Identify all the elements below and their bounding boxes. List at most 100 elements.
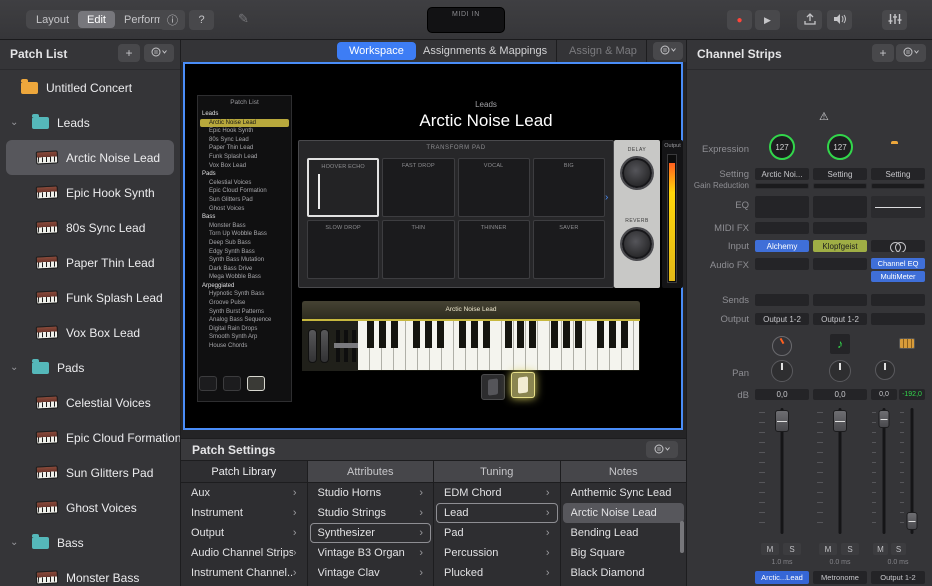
pan-knob[interactable] — [875, 360, 895, 380]
volume-value[interactable]: 0,0 — [755, 389, 809, 400]
transform-pad[interactable]: THINNER — [458, 220, 530, 279]
mini-patch-item[interactable]: Digital Rain Drops — [200, 325, 289, 334]
workspace-action-menu-button[interactable] — [653, 42, 683, 60]
mute-button[interactable]: M — [873, 543, 888, 555]
format-button-stereo[interactable] — [871, 240, 925, 252]
expand-chevron-icon[interactable]: › — [605, 192, 608, 203]
solo-button[interactable]: S — [841, 543, 859, 555]
keyboard-keys[interactable] — [358, 321, 639, 370]
sends-slot[interactable] — [871, 294, 925, 306]
fader-cap[interactable] — [775, 410, 789, 432]
library-item[interactable]: Studio Strings › — [310, 503, 432, 523]
patch-list-action-menu-button[interactable] — [144, 44, 174, 62]
mini-patch-item[interactable]: Funk Splash Lead — [200, 153, 289, 162]
output-slot[interactable] — [871, 313, 925, 325]
patch-row[interactable]: Funk Splash Lead — [0, 280, 180, 315]
mini-patch-item[interactable]: Synth Bass Mutation — [200, 256, 289, 265]
sustain-pedal[interactable] — [481, 374, 505, 400]
layout-mode-button[interactable]: Layout — [27, 11, 78, 28]
mini-patch-item[interactable]: 80s Sync Lead — [200, 136, 289, 145]
eq-display[interactable] — [813, 196, 867, 218]
record-button[interactable]: ● — [727, 10, 752, 30]
mini-patch-item[interactable]: Deep Sub Bass — [200, 239, 289, 248]
library-item[interactable]: Big Square — [563, 543, 685, 563]
channel-name[interactable]: Output 1-2 — [871, 571, 925, 584]
pitch-wheel[interactable] — [308, 329, 317, 363]
mini-patch-item[interactable]: Synth Burst Patterns — [200, 308, 289, 317]
audio-fx-slot[interactable] — [755, 258, 809, 270]
mini-patch-item[interactable]: Torn Up Wobble Bass — [200, 230, 289, 239]
mini-patch-item[interactable]: Sun Glitters Pad — [200, 196, 289, 205]
transform-pad[interactable]: VOCAL — [458, 158, 530, 217]
volume-fader[interactable] — [871, 404, 897, 538]
concert-row[interactable]: Untitled Concert — [0, 70, 180, 105]
fader-cap[interactable] — [907, 512, 918, 530]
audio-fx-slot[interactable]: MultiMeter — [871, 271, 925, 282]
eq-display[interactable] — [871, 196, 925, 218]
sustain-pedal-active[interactable] — [511, 372, 535, 398]
group-row-bass[interactable]: ⌄ Bass — [0, 525, 180, 560]
sends-slot[interactable] — [813, 294, 867, 306]
library-item[interactable]: Studio Horns › — [310, 483, 432, 503]
solo-button[interactable]: S — [891, 543, 906, 555]
tab-workspace[interactable]: Workspace — [337, 42, 416, 60]
patch-row[interactable]: 80s Sync Lead — [0, 210, 180, 245]
mini-patch-item[interactable]: Vox Box Lead — [200, 162, 289, 171]
mute-button[interactable]: M — [819, 543, 837, 555]
screen-control-button[interactable] — [199, 376, 217, 391]
midi-fx-slot[interactable] — [755, 222, 809, 234]
mini-patch-item[interactable]: Epic Cloud Formation — [200, 187, 289, 196]
library-item[interactable]: Anthemic Sync Lead — [563, 483, 685, 503]
disclosure-chevron-icon[interactable]: ⌄ — [10, 117, 22, 128]
mod-wheel[interactable] — [320, 329, 329, 363]
fader-cap[interactable] — [833, 410, 847, 432]
add-patch-button[interactable]: + — [118, 44, 140, 62]
input-plugin-slot[interactable]: Klopfgeist — [813, 240, 867, 252]
scrollbar[interactable] — [680, 521, 684, 553]
tab-assignments-mappings[interactable]: Assignments & Mappings — [423, 45, 547, 57]
library-item[interactable]: Aux › — [183, 483, 305, 503]
channel-name[interactable]: Metronome — [813, 571, 867, 584]
volume-fader[interactable] — [755, 404, 809, 538]
mini-patch-item[interactable]: Arctic Noise Lead — [200, 119, 289, 128]
patch-row[interactable]: Vox Box Lead — [0, 315, 180, 350]
setting-button[interactable]: Setting — [871, 168, 925, 180]
transform-pad[interactable]: SAVER — [533, 220, 605, 279]
reverb-knob[interactable] — [622, 229, 652, 259]
pan-knob[interactable] — [829, 360, 851, 382]
transform-pad[interactable]: SLOW DROP — [307, 220, 379, 279]
info-button[interactable]: ⓘ — [160, 10, 185, 30]
library-item[interactable]: Instrument Channel... › — [183, 563, 305, 583]
group-row-pads[interactable]: ⌄ Pads — [0, 350, 180, 385]
library-item[interactable]: Output › — [183, 523, 305, 543]
library-item[interactable]: Bending Lead — [563, 523, 685, 543]
patch-settings-tab[interactable]: Notes — [561, 461, 687, 482]
input-plugin-slot[interactable]: Alchemy — [755, 240, 809, 252]
delay-knob[interactable] — [622, 158, 652, 188]
library-item[interactable]: Vintage Clav › — [310, 563, 432, 583]
transform-pad[interactable]: BIG — [533, 158, 605, 217]
mini-patch-item[interactable]: Dark Bass Drive — [200, 265, 289, 274]
speaker-button[interactable] — [827, 10, 852, 30]
disclosure-chevron-icon[interactable]: ⌄ — [10, 362, 22, 373]
output-slot[interactable]: Output 1-2 — [813, 313, 867, 325]
transform-pad[interactable]: HOOVER ECHO — [307, 158, 379, 217]
disclosure-chevron-icon[interactable]: ⌄ — [10, 537, 22, 548]
mini-patch-item[interactable]: Ghost Voices — [200, 205, 289, 214]
setting-button[interactable]: Setting — [813, 168, 867, 180]
library-item[interactable]: Arctic Noise Lead — [563, 503, 685, 523]
mini-patch-item[interactable]: Mega Wobble Bass — [200, 273, 289, 282]
library-item[interactable]: Percussion › — [436, 543, 558, 563]
fader-cap[interactable] — [879, 410, 890, 428]
assign-map-button[interactable]: Assign & Map — [569, 45, 637, 57]
mini-patch-item[interactable]: Epic Hook Synth — [200, 127, 289, 136]
keyboard-slider[interactable] — [344, 330, 348, 362]
mini-patch-item[interactable]: Celestial Voices — [200, 179, 289, 188]
mini-patch-item[interactable]: Analog Bass Sequence — [200, 316, 289, 325]
keyboard-slider[interactable] — [352, 330, 356, 362]
patch-settings-tab[interactable]: Tuning — [434, 461, 561, 482]
share-button[interactable] — [797, 10, 822, 30]
midi-fx-slot[interactable] — [813, 222, 867, 234]
mini-patch-item[interactable]: Edgy Synth Bass — [200, 248, 289, 257]
patch-row[interactable]: Epic Hook Synth — [0, 175, 180, 210]
